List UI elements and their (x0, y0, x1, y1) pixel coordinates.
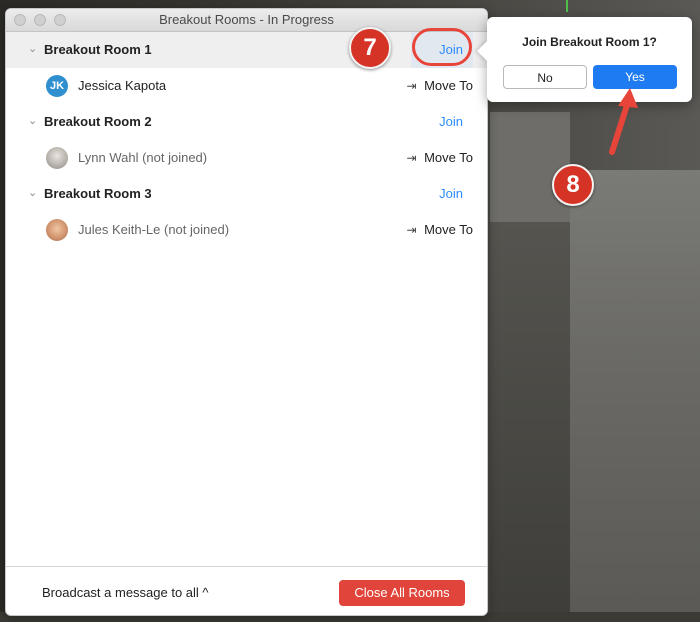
no-button[interactable]: No (503, 65, 587, 89)
participant-name: Jules Keith-Le (not joined) (78, 222, 230, 237)
move-to-icon: ⇥ (406, 151, 417, 165)
room-row-3[interactable]: ⌄ Breakout Room 3 Join (6, 176, 487, 212)
active-indicator (566, 0, 568, 12)
room-name: Breakout Room 3 (44, 186, 152, 201)
participant-row: Jules Keith-Le (not joined) ⇥ Move To (6, 212, 487, 248)
participant-row: Lynn Wahl (not joined) ⇥ Move To (6, 140, 487, 176)
participant-name: Lynn Wahl (not joined) (78, 150, 208, 165)
window-title: Breakout Rooms - In Progress (159, 12, 334, 27)
step-7-marker: 7 (349, 27, 391, 69)
annotation-arrow (609, 88, 638, 155)
room-row-2[interactable]: ⌄ Breakout Room 2 Join (6, 104, 487, 140)
avatar: JK (46, 75, 68, 97)
move-to-label: Move To (424, 150, 473, 165)
room-name: Breakout Room 2 (44, 114, 152, 129)
room-name: Breakout Room 1 (44, 42, 152, 57)
video-tile (490, 112, 570, 222)
chevron-down-icon[interactable]: ⌄ (28, 114, 37, 127)
video-tile (570, 170, 700, 622)
avatar (46, 219, 68, 241)
breakout-rooms-window: Breakout Rooms - In Progress ⌄ Breakout … (5, 8, 488, 616)
highlight-oval (412, 28, 472, 66)
join-room-3-link[interactable]: Join (439, 186, 463, 201)
move-to-button[interactable]: ⇥ Move To (406, 222, 473, 237)
participant-name: Jessica Kapota (78, 78, 167, 93)
title-bar: Breakout Rooms - In Progress (6, 9, 487, 32)
popover-title: Join Breakout Room 1? (522, 35, 657, 49)
move-to-icon: ⇥ (406, 223, 417, 237)
move-to-label: Move To (424, 222, 473, 237)
avatar (46, 147, 68, 169)
move-to-icon: ⇥ (406, 79, 417, 93)
join-room-2-link[interactable]: Join (439, 114, 463, 129)
broadcast-message-button[interactable]: Broadcast a message to all ^ (42, 585, 209, 600)
move-to-button[interactable]: ⇥ Move To (406, 150, 473, 165)
chevron-down-icon[interactable]: ⌄ (28, 42, 37, 55)
move-to-label: Move To (424, 78, 473, 93)
video-tile (490, 222, 570, 622)
step-8-marker: 8 (552, 164, 594, 206)
chevron-down-icon[interactable]: ⌄ (28, 186, 37, 199)
close-all-rooms-button[interactable]: Close All Rooms (339, 580, 465, 606)
move-to-button[interactable]: ⇥ Move To (406, 78, 473, 93)
window-footer: Broadcast a message to all ^ Close All R… (6, 566, 487, 615)
participant-row: JK Jessica Kapota ⇥ Move To (6, 68, 487, 104)
